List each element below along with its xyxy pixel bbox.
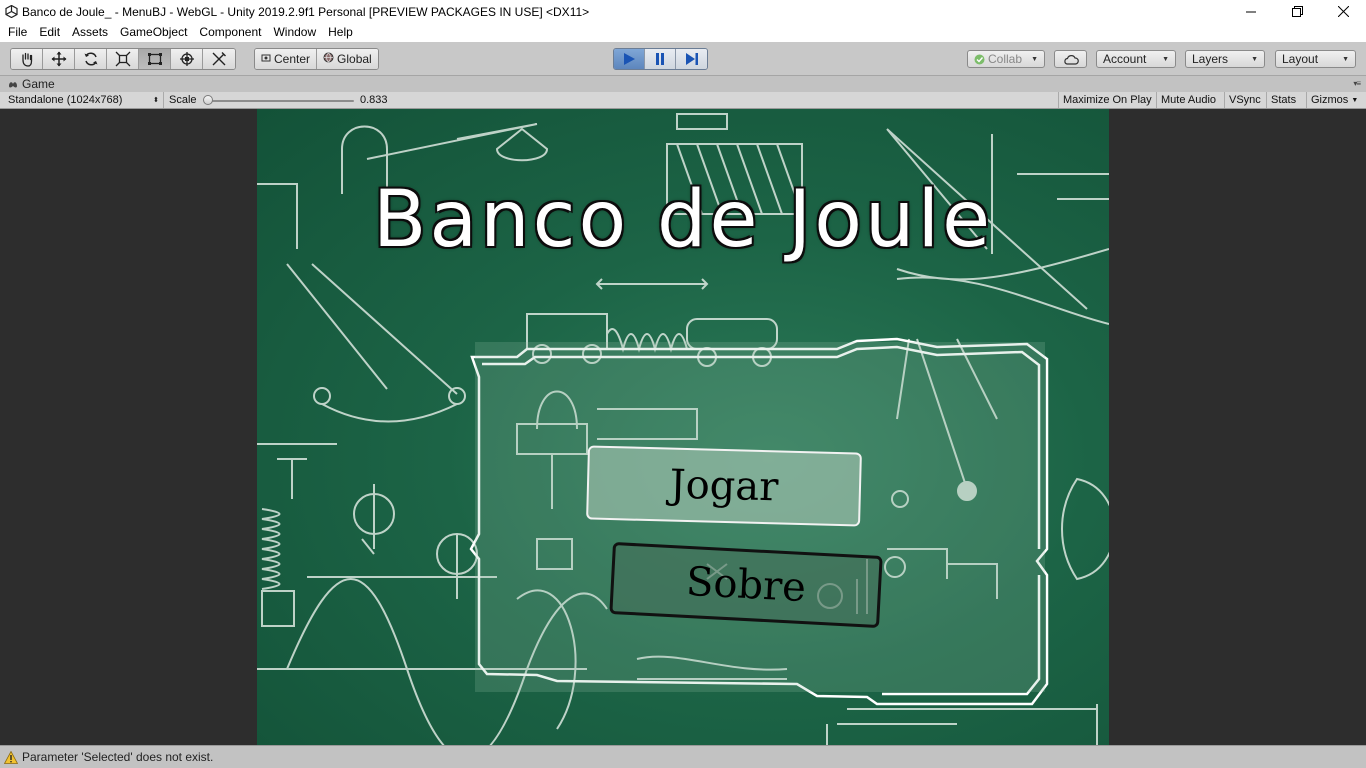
game-title: Banco de Joule [372, 175, 994, 265]
layout-label: Layout [1282, 52, 1319, 66]
cloud-button[interactable] [1054, 50, 1087, 68]
status-message: Parameter 'Selected' does not exist. [22, 750, 214, 764]
pivot-space-label: Global [337, 52, 372, 66]
pivot-center-icon [261, 52, 271, 66]
chevron-down-icon: ▼ [1162, 55, 1169, 63]
game-controller-icon [8, 80, 18, 89]
game-screen[interactable]: Banco de Joule Jogar Sobre [257, 109, 1109, 745]
about-button[interactable]: Sobre [609, 541, 883, 629]
menu-edit[interactable]: Edit [33, 23, 66, 42]
tab-game-label: Game [22, 77, 55, 91]
window-controls [1228, 0, 1366, 23]
resolution-dropdown[interactable]: Standalone (1024x768) ⬍ [4, 92, 164, 108]
menu-help[interactable]: Help [322, 23, 359, 42]
move-tool-icon[interactable] [43, 49, 75, 69]
playback-controls [613, 48, 708, 70]
game-tab-bar: Game ▾≡ [0, 76, 1366, 92]
menu-window[interactable]: Window [267, 23, 322, 42]
tab-game[interactable]: Game [8, 77, 55, 91]
scale-label: Scale [169, 94, 197, 106]
gizmos-dropdown[interactable]: Gizmos ▼ [1306, 92, 1360, 108]
layers-dropdown[interactable]: Layers ▼ [1185, 50, 1265, 68]
layout-dropdown[interactable]: Layout ▼ [1275, 50, 1356, 68]
close-icon[interactable] [1320, 0, 1366, 23]
menu-component[interactable]: Component [193, 23, 267, 42]
pause-icon[interactable] [645, 49, 676, 69]
pivot-space-button[interactable]: Global [317, 49, 378, 69]
play-button[interactable]: Jogar [586, 445, 862, 527]
menu-bar: File Edit Assets GameObject Component Wi… [0, 23, 1366, 42]
menu-file[interactable]: File [2, 23, 33, 42]
mute-audio-toggle[interactable]: Mute Audio [1156, 92, 1220, 108]
game-view-toolbar: Standalone (1024x768) ⬍ Scale 0.833 Maxi… [0, 92, 1366, 109]
warning-icon [4, 750, 18, 764]
status-bar[interactable]: Parameter 'Selected' does not exist. [0, 745, 1366, 768]
gizmos-label: Gizmos [1311, 94, 1349, 106]
account-dropdown[interactable]: Account ▼ [1096, 50, 1176, 68]
collab-label: Collab [988, 52, 1023, 66]
rotate-tool-icon[interactable] [75, 49, 107, 69]
layers-label: Layers [1192, 52, 1229, 66]
check-icon [974, 54, 985, 65]
resolution-label: Standalone (1024x768) [8, 94, 123, 106]
game-viewport: Banco de Joule Jogar Sobre [0, 109, 1366, 745]
pivot-mode-label: Center [274, 52, 311, 66]
tab-menu-icon[interactable]: ▾≡ [1353, 79, 1361, 88]
pivot-mode-button[interactable]: Center [255, 49, 318, 69]
cloud-icon [1063, 54, 1079, 65]
transform-tool-icon[interactable] [171, 49, 203, 69]
vsync-toggle[interactable]: VSync [1224, 92, 1265, 108]
chevron-down-icon: ▼ [1031, 55, 1038, 63]
chevron-down-icon: ▼ [1251, 55, 1258, 63]
menu-assets[interactable]: Assets [66, 23, 114, 42]
pivot-toggles: Center Global [254, 48, 379, 70]
unity-icon [4, 5, 18, 19]
minimize-icon[interactable] [1228, 0, 1274, 23]
play-icon[interactable] [614, 49, 645, 69]
chevron-down-icon: ▼ [1351, 96, 1359, 104]
account-label: Account [1103, 52, 1147, 66]
step-icon[interactable] [676, 49, 707, 69]
rect-tool-icon[interactable] [139, 49, 171, 69]
title-bar: Banco de Joule_ - MenuBJ - WebGL - Unity… [0, 0, 1366, 23]
scale-slider-thumb[interactable] [203, 95, 213, 105]
scale-slider-track[interactable] [206, 100, 354, 102]
scale-value: 0.833 [360, 94, 388, 106]
globe-icon [323, 52, 334, 66]
window-title: Banco de Joule_ - MenuBJ - WebGL - Unity… [22, 4, 590, 19]
stats-toggle[interactable]: Stats [1266, 92, 1300, 108]
main-toolbar: Center Global Collab ▼ Account ▼ Layers … [0, 42, 1366, 76]
custom-tool-icon[interactable] [203, 49, 235, 69]
maximize-icon[interactable] [1274, 0, 1320, 23]
hand-tool-icon[interactable] [11, 49, 43, 69]
menu-gameobject[interactable]: GameObject [114, 23, 193, 42]
chevron-updown-icon: ⬍ [153, 97, 159, 104]
transform-tools [10, 48, 236, 70]
chevron-down-icon: ▼ [1342, 55, 1349, 63]
collab-dropdown[interactable]: Collab ▼ [967, 50, 1045, 68]
maximize-on-play-toggle[interactable]: Maximize On Play [1058, 92, 1156, 108]
scale-tool-icon[interactable] [107, 49, 139, 69]
